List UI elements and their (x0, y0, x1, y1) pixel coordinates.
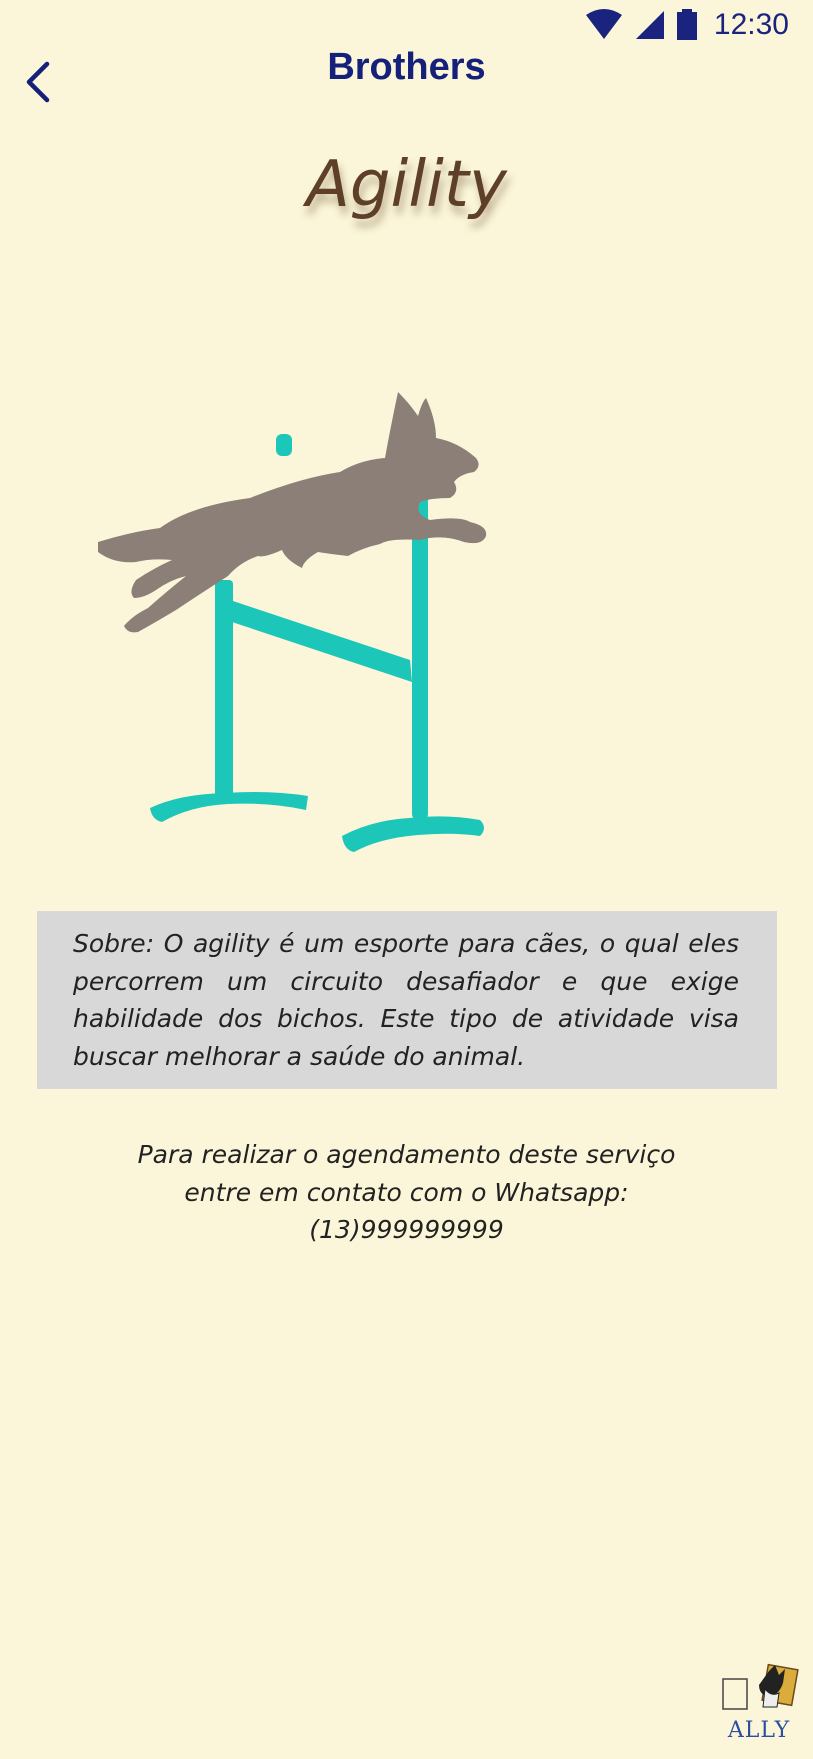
contact-info: Para realizar o agendamento deste serviç… (40, 1136, 773, 1249)
signal-icon (635, 11, 664, 39)
about-box: Sobre: O agility é um esporte para cães,… (37, 911, 777, 1089)
agility-dog-image (98, 392, 487, 852)
app-bar: Brothers (0, 40, 813, 120)
status-icons: 12:30 (584, 8, 789, 42)
dog-logo-icon (722, 1663, 799, 1710)
app-title: Brothers (327, 46, 486, 88)
about-text: Sobre: O agility é um esporte para cães,… (73, 929, 739, 1071)
contact-phone[interactable]: (13)999999999 (40, 1211, 773, 1249)
battery-icon (676, 9, 697, 40)
page-heading: Agility (306, 148, 507, 222)
contact-line-2: entre em contato com o Whatsapp: (184, 1177, 629, 1207)
status-time: 12:30 (713, 8, 789, 41)
wifi-icon (585, 9, 622, 39)
brand-logo-text: ALLY (727, 1718, 791, 1743)
contact-line-1: Para realizar o agendamento deste serviç… (137, 1140, 676, 1169)
brand-logo: ALLY (719, 1661, 799, 1743)
